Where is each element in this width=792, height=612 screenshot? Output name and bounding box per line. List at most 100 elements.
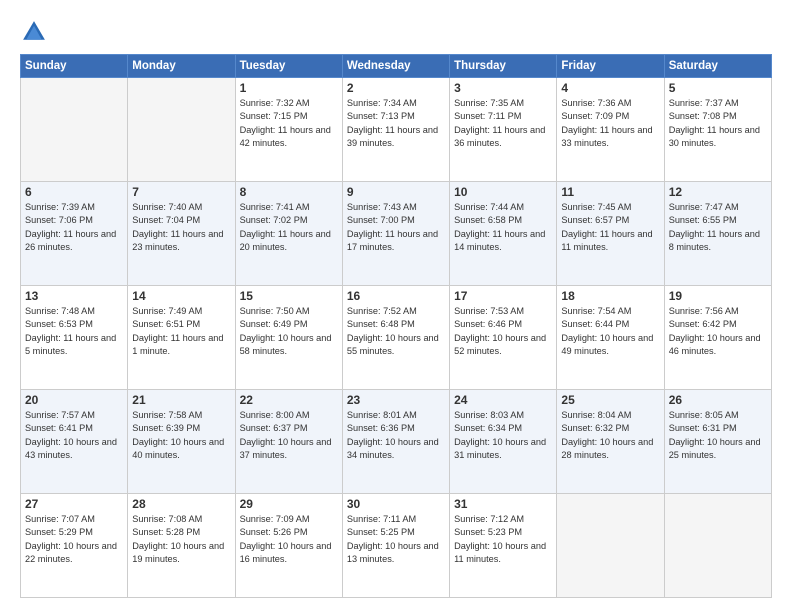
calendar-cell: 17 Sunrise: 7:53 AMSunset: 6:46 PMDayligh… bbox=[450, 286, 557, 390]
calendar-cell: 11 Sunrise: 7:45 AMSunset: 6:57 PMDayligh… bbox=[557, 182, 664, 286]
calendar-cell: 16 Sunrise: 7:52 AMSunset: 6:48 PMDayligh… bbox=[342, 286, 449, 390]
calendar-cell: 7 Sunrise: 7:40 AMSunset: 7:04 PMDaylight… bbox=[128, 182, 235, 286]
day-info: Sunrise: 8:03 AMSunset: 6:34 PMDaylight:… bbox=[454, 409, 552, 462]
day-header-thursday: Thursday bbox=[450, 55, 557, 78]
day-header-monday: Monday bbox=[128, 55, 235, 78]
day-info: Sunrise: 7:09 AMSunset: 5:26 PMDaylight:… bbox=[240, 513, 338, 566]
page: SundayMondayTuesdayWednesdayThursdayFrid… bbox=[0, 0, 792, 612]
week-row-1: 1Sunrise: 7:32 AMSunset: 7:15 PMDaylight… bbox=[21, 78, 772, 182]
day-info: Sunrise: 7:53 AMSunset: 6:46 PMDaylight:… bbox=[454, 305, 552, 358]
day-number: 15 bbox=[240, 289, 338, 303]
day-info: Sunrise: 7:52 AMSunset: 6:48 PMDaylight:… bbox=[347, 305, 445, 358]
day-number: 31 bbox=[454, 497, 552, 511]
calendar-cell: 21 Sunrise: 7:58 AMSunset: 6:39 PMDayligh… bbox=[128, 390, 235, 494]
day-number: 11 bbox=[561, 185, 659, 199]
calendar-cell bbox=[557, 494, 664, 598]
day-number: 21 bbox=[132, 393, 230, 407]
day-number: 23 bbox=[347, 393, 445, 407]
day-info: Sunrise: 7:41 AMSunset: 7:02 PMDaylight:… bbox=[240, 201, 338, 254]
day-info: Sunrise: 7:50 AMSunset: 6:49 PMDaylight:… bbox=[240, 305, 338, 358]
day-number: 3 bbox=[454, 81, 552, 95]
week-row-3: 13Sunrise: 7:48 AMSunset: 6:53 PMDayligh… bbox=[21, 286, 772, 390]
calendar-cell: 9Sunrise: 7:43 AMSunset: 7:00 PMDaylight… bbox=[342, 182, 449, 286]
day-info: Sunrise: 7:45 AMSunset: 6:57 PMDaylight:… bbox=[561, 201, 659, 254]
calendar-cell: 28 Sunrise: 7:08 AMSunset: 5:28 PMDayligh… bbox=[128, 494, 235, 598]
day-info: Sunrise: 7:54 AMSunset: 6:44 PMDaylight:… bbox=[561, 305, 659, 358]
day-number: 25 bbox=[561, 393, 659, 407]
day-number: 13 bbox=[25, 289, 123, 303]
day-info: Sunrise: 8:05 AMSunset: 6:31 PMDaylight:… bbox=[669, 409, 767, 462]
day-number: 22 bbox=[240, 393, 338, 407]
calendar-cell: 14 Sunrise: 7:49 AMSunset: 6:51 PMDayligh… bbox=[128, 286, 235, 390]
day-number: 14 bbox=[132, 289, 230, 303]
day-info: Sunrise: 7:57 AMSunset: 6:41 PMDaylight:… bbox=[25, 409, 123, 462]
calendar-cell bbox=[21, 78, 128, 182]
logo-icon bbox=[20, 18, 48, 46]
day-info: Sunrise: 7:43 AMSunset: 7:00 PMDaylight:… bbox=[347, 201, 445, 254]
calendar-cell: 26 Sunrise: 8:05 AMSunset: 6:31 PMDayligh… bbox=[664, 390, 771, 494]
day-number: 17 bbox=[454, 289, 552, 303]
day-number: 4 bbox=[561, 81, 659, 95]
day-info: Sunrise: 7:39 AMSunset: 7:06 PMDaylight:… bbox=[25, 201, 123, 254]
day-number: 1 bbox=[240, 81, 338, 95]
calendar-cell: 25Sunrise: 8:04 AMSunset: 6:32 PMDayligh… bbox=[557, 390, 664, 494]
day-info: Sunrise: 7:49 AMSunset: 6:51 PMDaylight:… bbox=[132, 305, 230, 358]
day-info: Sunrise: 7:35 AMSunset: 7:11 PMDaylight:… bbox=[454, 97, 552, 150]
calendar-cell: 24 Sunrise: 8:03 AMSunset: 6:34 PMDayligh… bbox=[450, 390, 557, 494]
day-header-tuesday: Tuesday bbox=[235, 55, 342, 78]
week-row-5: 27Sunrise: 7:07 AMSunset: 5:29 PMDayligh… bbox=[21, 494, 772, 598]
day-info: Sunrise: 7:47 AMSunset: 6:55 PMDaylight:… bbox=[669, 201, 767, 254]
day-number: 5 bbox=[669, 81, 767, 95]
day-info: Sunrise: 7:12 AMSunset: 5:23 PMDaylight:… bbox=[454, 513, 552, 566]
day-info: Sunrise: 7:40 AMSunset: 7:04 PMDaylight:… bbox=[132, 201, 230, 254]
day-header-sunday: Sunday bbox=[21, 55, 128, 78]
calendar: SundayMondayTuesdayWednesdayThursdayFrid… bbox=[20, 54, 772, 598]
day-number: 10 bbox=[454, 185, 552, 199]
calendar-cell: 22 Sunrise: 8:00 AMSunset: 6:37 PMDayligh… bbox=[235, 390, 342, 494]
calendar-cell: 3 Sunrise: 7:35 AMSunset: 7:11 PMDaylight… bbox=[450, 78, 557, 182]
day-number: 16 bbox=[347, 289, 445, 303]
calendar-cell: 5 Sunrise: 7:37 AMSunset: 7:08 PMDaylight… bbox=[664, 78, 771, 182]
day-info: Sunrise: 7:08 AMSunset: 5:28 PMDaylight:… bbox=[132, 513, 230, 566]
calendar-cell: 18 Sunrise: 7:54 AMSunset: 6:44 PMDayligh… bbox=[557, 286, 664, 390]
day-info: Sunrise: 8:01 AMSunset: 6:36 PMDaylight:… bbox=[347, 409, 445, 462]
calendar-cell: 19 Sunrise: 7:56 AMSunset: 6:42 PMDayligh… bbox=[664, 286, 771, 390]
day-number: 30 bbox=[347, 497, 445, 511]
calendar-cell: 15 Sunrise: 7:50 AMSunset: 6:49 PMDayligh… bbox=[235, 286, 342, 390]
calendar-cell: 4 Sunrise: 7:36 AMSunset: 7:09 PMDaylight… bbox=[557, 78, 664, 182]
calendar-cell: 23 Sunrise: 8:01 AMSunset: 6:36 PMDayligh… bbox=[342, 390, 449, 494]
day-info: Sunrise: 7:36 AMSunset: 7:09 PMDaylight:… bbox=[561, 97, 659, 150]
calendar-cell: 2 Sunrise: 7:34 AMSunset: 7:13 PMDaylight… bbox=[342, 78, 449, 182]
day-number: 29 bbox=[240, 497, 338, 511]
day-info: Sunrise: 7:37 AMSunset: 7:08 PMDaylight:… bbox=[669, 97, 767, 150]
day-info: Sunrise: 7:58 AMSunset: 6:39 PMDaylight:… bbox=[132, 409, 230, 462]
day-info: Sunrise: 7:34 AMSunset: 7:13 PMDaylight:… bbox=[347, 97, 445, 150]
calendar-cell: 1Sunrise: 7:32 AMSunset: 7:15 PMDaylight… bbox=[235, 78, 342, 182]
day-info: Sunrise: 7:07 AMSunset: 5:29 PMDaylight:… bbox=[25, 513, 123, 566]
day-number: 24 bbox=[454, 393, 552, 407]
calendar-cell bbox=[664, 494, 771, 598]
calendar-cell: 27Sunrise: 7:07 AMSunset: 5:29 PMDayligh… bbox=[21, 494, 128, 598]
calendar-cell bbox=[128, 78, 235, 182]
day-number: 18 bbox=[561, 289, 659, 303]
day-number: 19 bbox=[669, 289, 767, 303]
logo bbox=[20, 18, 52, 46]
day-number: 20 bbox=[25, 393, 123, 407]
calendar-header-row: SundayMondayTuesdayWednesdayThursdayFrid… bbox=[21, 55, 772, 78]
calendar-cell: 10 Sunrise: 7:44 AMSunset: 6:58 PMDayligh… bbox=[450, 182, 557, 286]
day-number: 8 bbox=[240, 185, 338, 199]
calendar-cell: 30 Sunrise: 7:11 AMSunset: 5:25 PMDayligh… bbox=[342, 494, 449, 598]
day-number: 28 bbox=[132, 497, 230, 511]
day-header-wednesday: Wednesday bbox=[342, 55, 449, 78]
day-number: 2 bbox=[347, 81, 445, 95]
day-info: Sunrise: 7:44 AMSunset: 6:58 PMDaylight:… bbox=[454, 201, 552, 254]
day-info: Sunrise: 7:11 AMSunset: 5:25 PMDaylight:… bbox=[347, 513, 445, 566]
day-info: Sunrise: 7:56 AMSunset: 6:42 PMDaylight:… bbox=[669, 305, 767, 358]
day-number: 26 bbox=[669, 393, 767, 407]
day-number: 7 bbox=[132, 185, 230, 199]
week-row-2: 6Sunrise: 7:39 AMSunset: 7:06 PMDaylight… bbox=[21, 182, 772, 286]
day-number: 12 bbox=[669, 185, 767, 199]
day-header-friday: Friday bbox=[557, 55, 664, 78]
day-info: Sunrise: 8:00 AMSunset: 6:37 PMDaylight:… bbox=[240, 409, 338, 462]
week-row-4: 20 Sunrise: 7:57 AMSunset: 6:41 PMDayligh… bbox=[21, 390, 772, 494]
